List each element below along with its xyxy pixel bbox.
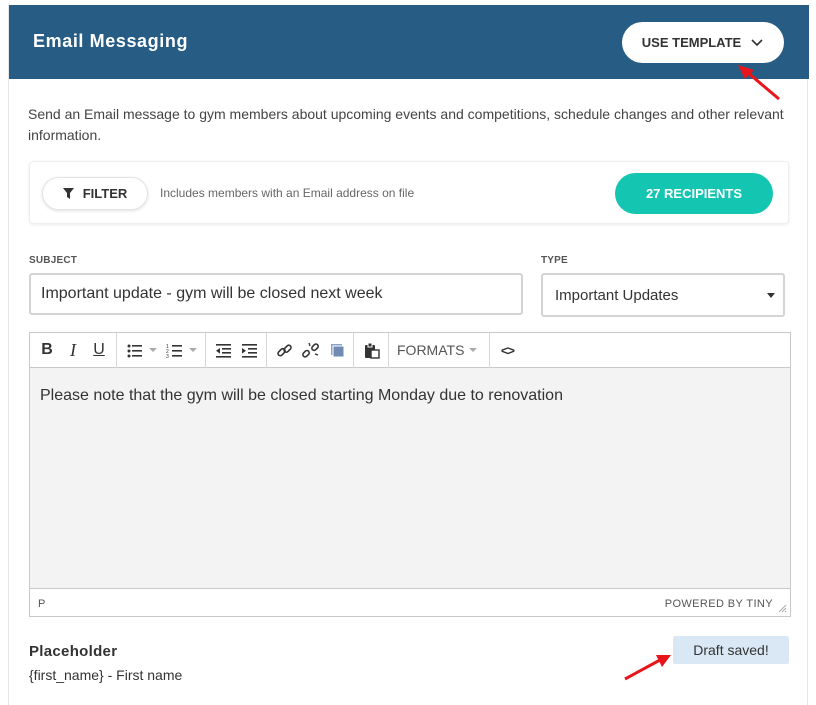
numbered-list-caret-icon[interactable]	[189, 348, 197, 352]
filter-note: Includes members with an Email address o…	[160, 186, 415, 200]
list-group: 123	[117, 332, 206, 368]
insert-link-button[interactable]	[271, 336, 297, 364]
numbered-list-button[interactable]: 123	[161, 336, 187, 364]
image-icon	[330, 343, 344, 357]
type-selected-value: Important Updates	[555, 286, 679, 304]
use-template-label: USE TEMPLATE	[641, 35, 742, 50]
bold-button[interactable]: B	[34, 336, 60, 364]
link-group	[267, 332, 354, 368]
chevron-down-icon	[751, 38, 763, 46]
caret-down-icon	[767, 293, 775, 298]
email-messaging-card: Email Messaging USE TEMPLATE Send an Ema…	[8, 5, 809, 705]
filter-button[interactable]: FILTER	[42, 177, 148, 210]
formats-caret-icon	[469, 348, 478, 352]
bullet-list-icon	[127, 344, 142, 357]
card-header: Email Messaging USE TEMPLATE	[9, 5, 809, 79]
placeholder-item: {first_name} - First name	[29, 667, 183, 683]
placeholder-title: Placeholder	[29, 643, 118, 660]
formats-label: FORMATS	[397, 342, 465, 358]
filter-label: FILTER	[82, 186, 128, 201]
draft-saved-badge: Draft saved!	[673, 636, 789, 664]
element-path[interactable]: P	[38, 598, 45, 610]
annotation-arrow-icon	[624, 655, 671, 681]
editor-content[interactable]: Please note that the gym will be closed …	[30, 368, 790, 588]
bullet-list-button[interactable]	[121, 336, 147, 364]
formats-group: FORMATS	[389, 332, 491, 368]
editor-statusbar: P POWERED BY TINY	[30, 588, 790, 616]
indent-button[interactable]	[236, 336, 262, 364]
numbered-list-icon: 123	[166, 344, 182, 359]
svg-text:3: 3	[166, 354, 169, 359]
subject-label: SUBJECT	[29, 255, 78, 266]
resize-handle-icon[interactable]	[777, 603, 787, 613]
code-group: <>	[490, 333, 524, 368]
paste-icon	[364, 342, 380, 359]
rich-text-editor: B I U 123 FORMATS <> Please note that th…	[29, 332, 791, 617]
formats-dropdown[interactable]: FORMATS	[393, 342, 485, 358]
type-label: TYPE	[541, 255, 568, 266]
source-code-button[interactable]: <>	[494, 336, 520, 364]
subject-input[interactable]	[29, 273, 523, 315]
funnel-icon	[62, 188, 74, 199]
recipients-button[interactable]: 27 RECIPIENTS	[615, 173, 773, 214]
type-select[interactable]: Important Updates	[541, 273, 785, 317]
format-group: B I U	[30, 332, 117, 368]
outdent-button[interactable]	[210, 336, 236, 364]
page-title: Email Messaging	[33, 31, 189, 51]
bullet-list-caret-icon[interactable]	[149, 348, 157, 352]
filter-panel: FILTER Includes members with an Email ad…	[29, 161, 789, 224]
remove-link-button[interactable]	[297, 336, 323, 364]
indent-group	[206, 332, 267, 368]
italic-button[interactable]: I	[60, 336, 86, 364]
insert-image-button[interactable]	[323, 336, 349, 364]
paste-button[interactable]	[358, 336, 384, 364]
powered-by-tiny[interactable]: POWERED BY TINY	[665, 598, 773, 610]
use-template-button[interactable]: USE TEMPLATE	[622, 22, 784, 63]
paste-group	[354, 332, 389, 368]
editor-toolbar: B I U 123 FORMATS <>	[30, 332, 790, 368]
underline-button[interactable]: U	[86, 336, 112, 364]
unlink-icon	[301, 342, 319, 358]
link-icon	[276, 343, 292, 357]
indent-icon	[241, 343, 257, 358]
annotation-arrow-icon	[738, 65, 780, 101]
description-text: Send an Email message to gym members abo…	[28, 106, 784, 143]
outdent-icon	[215, 343, 231, 358]
